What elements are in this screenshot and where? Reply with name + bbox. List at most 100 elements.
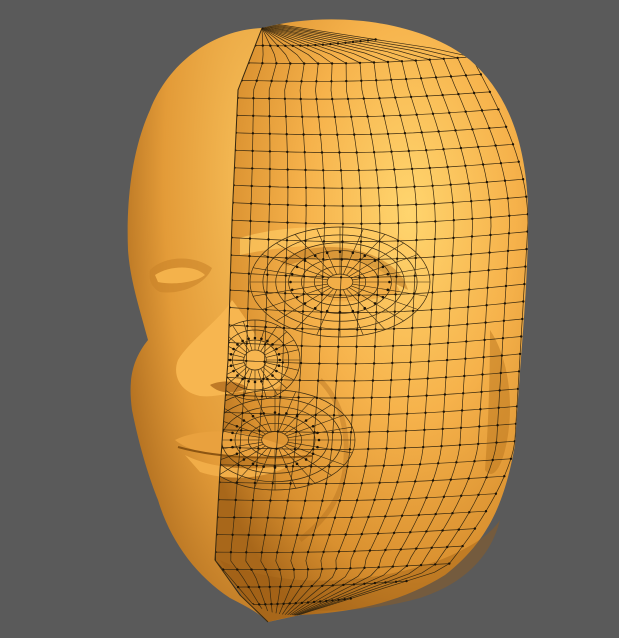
mesh-vertex xyxy=(267,220,271,224)
mesh-vertex xyxy=(385,447,388,450)
mesh-vertex xyxy=(393,310,396,313)
mesh-vertex xyxy=(455,461,458,464)
mesh-vertex xyxy=(375,311,378,314)
mesh-vertex xyxy=(252,114,255,118)
mesh-vertex xyxy=(318,345,322,348)
mesh-vertex xyxy=(356,311,360,314)
mesh-vertex xyxy=(314,43,317,47)
mesh-vertex xyxy=(348,448,352,451)
mesh-vertex xyxy=(470,55,473,59)
mesh-vertex xyxy=(268,97,271,100)
mesh-vertex xyxy=(275,447,278,450)
mesh-vertex xyxy=(449,75,453,78)
mesh-vertex xyxy=(328,533,331,536)
mesh-vertex xyxy=(494,492,498,495)
mesh-vertex xyxy=(251,499,255,502)
mesh-vertex xyxy=(464,110,467,113)
mesh-vertex xyxy=(481,373,484,376)
mesh-vertex xyxy=(266,255,270,259)
mesh-vertex xyxy=(395,275,398,278)
mesh-vertex xyxy=(266,273,269,276)
mesh-vertex xyxy=(359,40,362,43)
mesh-vertex xyxy=(384,548,387,552)
mesh-vertex xyxy=(340,258,343,261)
mesh-vertex xyxy=(302,292,305,296)
mesh-vertex xyxy=(413,274,416,277)
mesh-vertex xyxy=(382,464,385,467)
mesh-vertex xyxy=(384,581,387,584)
mesh-vertex xyxy=(514,422,518,425)
mesh-vertex xyxy=(322,169,325,172)
mesh-vertex xyxy=(518,352,522,356)
mesh-vertex xyxy=(242,419,246,422)
mesh-vertex xyxy=(483,338,486,342)
mesh-vertex xyxy=(491,458,494,462)
mesh-vertex xyxy=(410,167,414,171)
3d-viewport[interactable] xyxy=(0,0,619,638)
mesh-vertex xyxy=(356,328,359,331)
mesh-vertex xyxy=(362,97,365,100)
mesh-vertex xyxy=(243,377,247,380)
mesh-vertex xyxy=(511,143,515,146)
mesh-vertex xyxy=(400,463,404,467)
mesh-vertex xyxy=(285,80,288,83)
mesh-vertex xyxy=(422,445,425,449)
mesh-vertex xyxy=(265,291,268,294)
mesh-vertex xyxy=(245,359,248,363)
mesh-vertex xyxy=(377,258,380,261)
mesh-vertex xyxy=(506,197,509,200)
mesh-vertex xyxy=(320,310,323,314)
mesh-vertex xyxy=(503,302,507,305)
mesh-vertex xyxy=(350,516,353,519)
mesh-vertex xyxy=(414,480,417,483)
mesh-vertex xyxy=(470,200,473,203)
mesh-vertex xyxy=(321,275,324,279)
mesh-vertex xyxy=(523,282,526,286)
mesh-vertex xyxy=(400,60,404,63)
mesh-vertex xyxy=(235,452,239,456)
mesh-vertex xyxy=(355,499,359,502)
mesh-vertex xyxy=(451,512,454,515)
mesh-vertex xyxy=(375,79,378,82)
mesh-vertex xyxy=(364,464,367,468)
mesh-vertex xyxy=(392,531,396,535)
mesh-vertex xyxy=(234,498,237,502)
mesh-vertex xyxy=(403,446,407,450)
mesh-vertex xyxy=(350,115,353,119)
mesh-vertex xyxy=(384,515,387,518)
mesh-vertex xyxy=(372,151,376,154)
mesh-vertex xyxy=(258,603,261,606)
mesh-vertex xyxy=(480,390,483,394)
mesh-vertex xyxy=(396,239,400,243)
mesh-vertex xyxy=(339,276,343,279)
mesh-vertex xyxy=(304,222,308,225)
mesh-vertex xyxy=(449,183,452,186)
mesh-vertex xyxy=(260,21,264,24)
head-model-canvas[interactable] xyxy=(0,0,619,638)
mesh-vertex xyxy=(467,305,470,309)
mesh-vertex xyxy=(336,133,339,136)
mesh-vertex xyxy=(258,429,261,433)
mesh-vertex xyxy=(399,114,402,117)
mesh-vertex xyxy=(316,379,320,382)
mesh-vertex xyxy=(463,374,466,378)
mesh-vertex xyxy=(263,533,267,537)
mesh-vertex xyxy=(513,440,516,443)
mesh-vertex xyxy=(314,413,317,417)
head-model[interactable] xyxy=(120,19,530,630)
mesh-vertex xyxy=(489,233,492,237)
mesh-vertex xyxy=(415,238,418,242)
mesh-vertex xyxy=(248,254,251,258)
mesh-vertex xyxy=(368,549,372,552)
mesh-vertex xyxy=(300,80,303,83)
mesh-vertex xyxy=(409,531,412,534)
mesh-vertex xyxy=(503,179,507,182)
mesh-vertex xyxy=(306,550,310,554)
mesh-vertex xyxy=(448,562,451,565)
mesh-vertex xyxy=(268,132,271,135)
mesh-vertex xyxy=(229,353,233,356)
mesh-vertex xyxy=(504,125,508,128)
mesh-vertex xyxy=(229,364,233,367)
mesh-vertex xyxy=(266,516,269,519)
mesh-vertex xyxy=(291,44,294,47)
